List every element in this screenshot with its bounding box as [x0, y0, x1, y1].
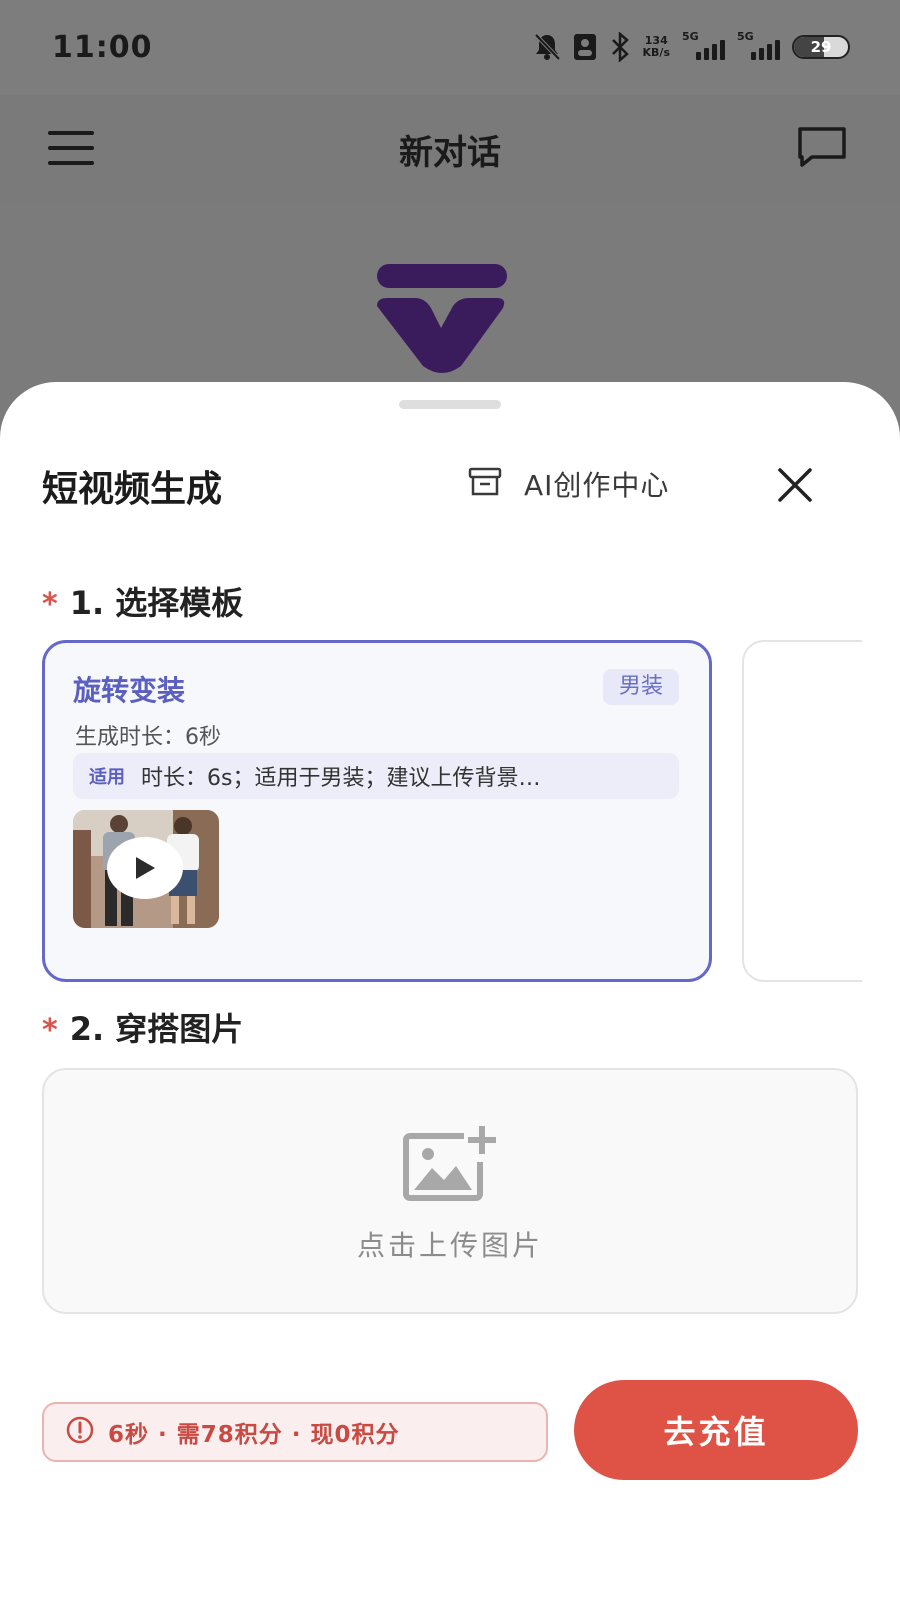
sheet-title: 短视频生成: [42, 469, 223, 510]
ai-creation-center-label: AI创作中心: [524, 469, 670, 502]
close-icon[interactable]: [776, 466, 814, 508]
net-speed-unit: KB/s: [642, 46, 670, 59]
upload-label: 点击上传图片: [356, 1229, 543, 1262]
add-image-icon: [402, 1126, 498, 1206]
sheet-drag-handle[interactable]: [399, 400, 501, 409]
sim2-label: 5G: [737, 30, 754, 43]
page-title: 新对话: [399, 133, 501, 173]
bluetooth-icon: [609, 32, 631, 62]
status-icons: 134 KB/s 5G 5G 29: [533, 30, 850, 64]
section-outfit-images: * 2. 穿搭图片: [42, 1004, 243, 1050]
archive-box-icon: [468, 467, 502, 501]
status-time: 11:00: [52, 30, 153, 65]
recharge-button[interactable]: 去充值: [574, 1380, 858, 1480]
template-duration: 生成时长：6秒: [75, 725, 221, 750]
template-preview-thumbnail[interactable]: [73, 810, 219, 928]
section-title-outfit: 2. 穿搭图片: [69, 1010, 244, 1048]
required-mark: *: [42, 587, 58, 622]
required-mark: *: [42, 1013, 58, 1048]
signal-sim1-icon: 5G: [682, 30, 725, 60]
template-tag: 男装: [602, 669, 679, 705]
upload-image-area[interactable]: 点击上传图片: [42, 1068, 858, 1314]
play-icon[interactable]: [107, 837, 183, 899]
section-select-template: * 1. 选择模板: [42, 578, 243, 624]
battery-icon: 29: [792, 35, 850, 59]
mute-bell-icon: [533, 32, 561, 62]
network-speed: 134 KB/s: [643, 35, 670, 59]
contact-card-icon: [573, 33, 597, 61]
status-bar: 11:00 134 KB/s 5G 5G 29: [0, 0, 900, 95]
sim1-label: 5G: [682, 30, 699, 43]
template-name: 旋转变装: [73, 674, 186, 707]
cost-text: 6秒 · 需78积分 · 现0积分: [108, 1422, 400, 1448]
warning-circle-icon: [66, 1416, 94, 1448]
app-bar: 新对话: [0, 95, 900, 205]
signal-sim2-icon: 5G: [737, 30, 780, 60]
usage-badge: 适用: [89, 767, 125, 788]
template-usage: 适用 时长：6s；适用于男装；建议上传背景…: [73, 753, 679, 799]
short-video-sheet: 短视频生成 AI创作中心 * 1. 选择模板 旋转变装 男装 生成时长：6秒 适…: [0, 382, 900, 1600]
battery-level: 29: [810, 38, 832, 56]
app-logo: [375, 262, 509, 378]
usage-description: 时长：6s；适用于男装；建议上传背景…: [141, 766, 541, 791]
cost-notice: 6秒 · 需78积分 · 现0积分: [42, 1402, 548, 1462]
new-chat-icon[interactable]: [796, 125, 848, 173]
template-card-next[interactable]: [742, 640, 862, 982]
ai-creation-center-button[interactable]: AI创作中心: [468, 464, 669, 504]
template-card-selected[interactable]: 旋转变装 男装 生成时长：6秒 适用 时长：6s；适用于男装；建议上传背景…: [42, 640, 712, 982]
section-title-template: 1. 选择模板: [69, 584, 244, 622]
